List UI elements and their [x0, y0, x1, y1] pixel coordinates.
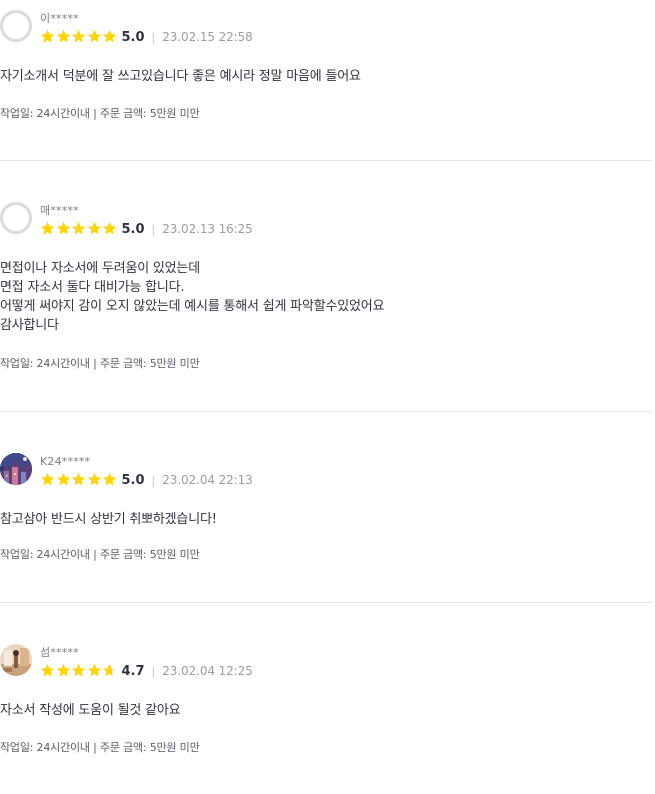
star-icon	[40, 221, 55, 235]
star-icon	[56, 663, 70, 677]
review-meta: 작업일: 24시간이내 | 주문 금액: 5만원 미만	[0, 741, 200, 754]
divider-bar: |	[151, 473, 156, 487]
review-separator	[0, 411, 652, 412]
room-photo-icon	[0, 644, 32, 676]
rating-score: 5.0	[121, 472, 145, 488]
review-meta: 작업일: 24시간이내 | 주문 금액: 5만원 미만	[0, 548, 200, 561]
rating-row: 5.0 | 23.02.13 16:25	[40, 220, 253, 238]
star-icon	[71, 29, 86, 43]
star-icon	[87, 29, 101, 43]
star-icon	[40, 29, 55, 43]
star-icon	[87, 221, 101, 235]
rating-score: 5.0	[121, 221, 145, 237]
rating-score: 4.7	[121, 663, 145, 679]
review-date: 23.02.04 12:25	[162, 664, 253, 678]
review-date: 23.02.04 22:13	[162, 473, 253, 487]
review-username: 매*****	[40, 204, 79, 217]
star-icon	[40, 472, 55, 486]
user-silhouette-icon	[3, 13, 29, 39]
star-rating	[40, 221, 118, 237]
star-icon	[56, 29, 70, 43]
review-body: 면접이나 자소서에 두려움이 있었는데 면접 자소서 둘다 대비가능 합니다. …	[0, 261, 385, 333]
review-header: K24***** 5.0 | 23.02.04 22:13	[0, 453, 400, 493]
star-icon	[87, 663, 101, 677]
rating-row: 4.7 | 23.02.04 12:25	[40, 662, 253, 680]
star-icon	[102, 663, 117, 677]
review-header: 매***** 5.0 | 23.02.13 16:25	[0, 202, 400, 242]
review-separator	[0, 602, 652, 603]
star-icon	[102, 472, 117, 486]
review-meta: 작업일: 24시간이내 | 주문 금액: 5만원 미만	[0, 357, 200, 370]
review-separator	[0, 160, 652, 161]
night-scene-photo-icon	[0, 453, 32, 485]
rating-row: 5.0 | 23.02.04 22:13	[40, 471, 253, 489]
review-username: K24*****	[40, 455, 91, 468]
review-header: 섬***** 4.7 | 23.02.04 12:25	[0, 644, 400, 684]
avatar-photo	[0, 453, 32, 485]
star-icon	[71, 472, 86, 486]
star-icon	[40, 663, 55, 677]
review-date: 23.02.13 16:25	[162, 222, 253, 236]
rating-score: 5.0	[121, 29, 145, 45]
star-icon	[87, 472, 101, 486]
star-icon	[56, 221, 70, 235]
star-rating	[40, 29, 118, 45]
review-username: 이*****	[40, 12, 79, 25]
review-username: 섬*****	[40, 646, 79, 659]
divider-bar: |	[151, 222, 156, 236]
avatar-default-icon	[0, 202, 32, 234]
avatar-default-icon	[0, 10, 32, 42]
star-icon	[102, 221, 117, 235]
divider-bar: |	[151, 30, 156, 44]
rating-row: 5.0 | 23.02.15 22:58	[40, 28, 253, 46]
review-header: 이***** 5.0 | 23.02.15 22:58	[0, 10, 400, 50]
star-icon	[71, 663, 86, 677]
star-icon	[71, 221, 86, 235]
divider-bar: |	[151, 664, 156, 678]
review-body: 자소서 작성에 도움이 될것 같아요	[0, 703, 181, 718]
review-body: 참고삼아 반드시 상반기 취뽀하겠습니다!	[0, 512, 217, 527]
review-date: 23.02.15 22:58	[162, 30, 253, 44]
star-rating	[40, 663, 118, 679]
star-rating	[40, 472, 118, 488]
star-icon	[56, 472, 70, 486]
review-meta: 작업일: 24시간이내 | 주문 금액: 5만원 미만	[0, 107, 200, 120]
star-icon	[102, 29, 117, 43]
avatar-photo	[0, 644, 32, 676]
review-body: 자기소개서 덕분에 잘 쓰고있습니다 좋은 예시라 정말 마음에 들어요	[0, 69, 361, 84]
